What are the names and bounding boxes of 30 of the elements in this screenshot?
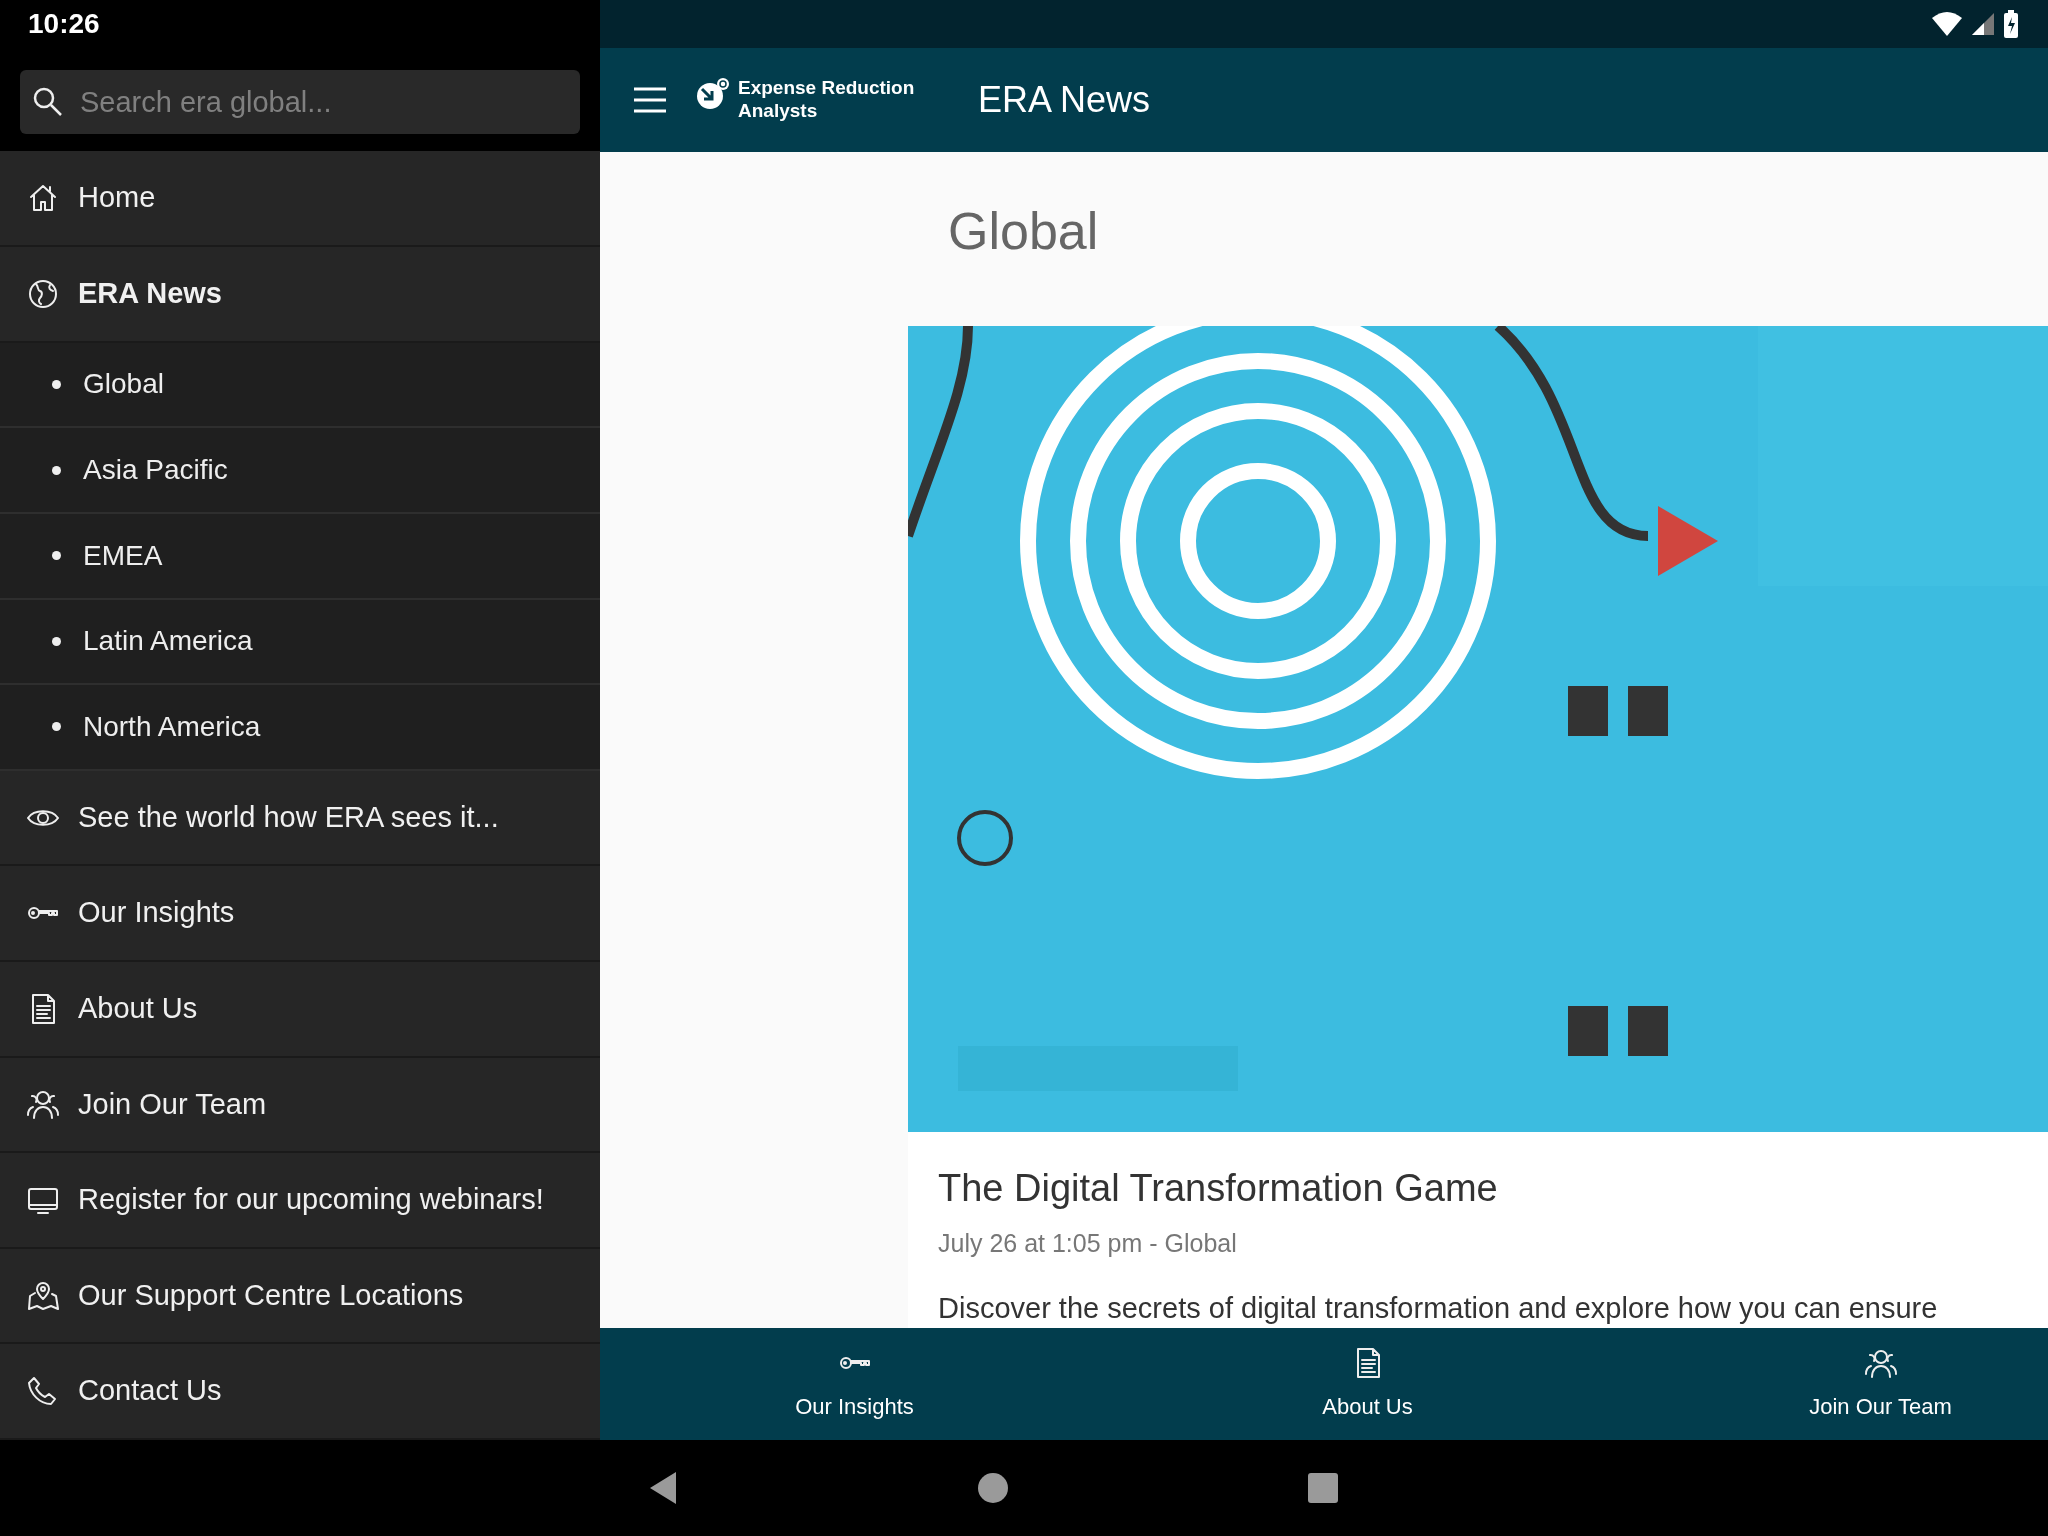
nav-tab[interactable]: About Us	[1111, 1328, 1624, 1440]
drawer-subitem[interactable]: Asia Pacific	[0, 428, 600, 514]
news-card[interactable]: The Digital Transformation Game July 26 at 1:05 pm - Global Discover the secrets of digital transformation and explore how you can ensure	[908, 326, 2048, 1328]
page-title: ERA News	[978, 78, 1151, 122]
article-meta: July 26 at 1:05 pm - Global	[937, 1228, 1238, 1259]
logo-text: Expense Reduction Analysts	[738, 77, 916, 123]
bullet-icon	[52, 551, 61, 561]
status-time: 10:26	[27, 7, 101, 41]
signal-icon	[1972, 13, 1994, 35]
bullet-icon	[52, 379, 61, 389]
article-excerpt: Discover the secrets of digital transformation and explore how you can ensure	[937, 1290, 1939, 1326]
bullet-icon	[52, 465, 61, 475]
home-icon[interactable]	[978, 1473, 1008, 1503]
drawer-subitem[interactable]: EMEA	[0, 513, 600, 600]
nav-tab[interactable]: Join Our Team	[1624, 1328, 2048, 1440]
bullet-icon	[52, 722, 61, 732]
bullet-icon	[52, 636, 61, 646]
drawer-subitem[interactable]: Latin America	[0, 599, 600, 686]
search-icon	[32, 86, 64, 118]
nav-tab[interactable]: Our Insights	[600, 1328, 1111, 1440]
back-icon[interactable]	[650, 1472, 678, 1504]
search-field[interactable]: Search era global...	[20, 70, 580, 134]
logo-icon	[696, 77, 730, 112]
menu-icon[interactable]	[634, 87, 666, 113]
section-heading: Global	[947, 201, 1100, 262]
drawer-subitem[interactable]: Global	[0, 342, 600, 429]
wifi-icon	[1932, 12, 1962, 36]
battery-icon	[2004, 10, 2018, 38]
article-title[interactable]: The Digital Transformation Game	[908, 1132, 2048, 1217]
drawer-subitem[interactable]: North America	[0, 685, 600, 771]
